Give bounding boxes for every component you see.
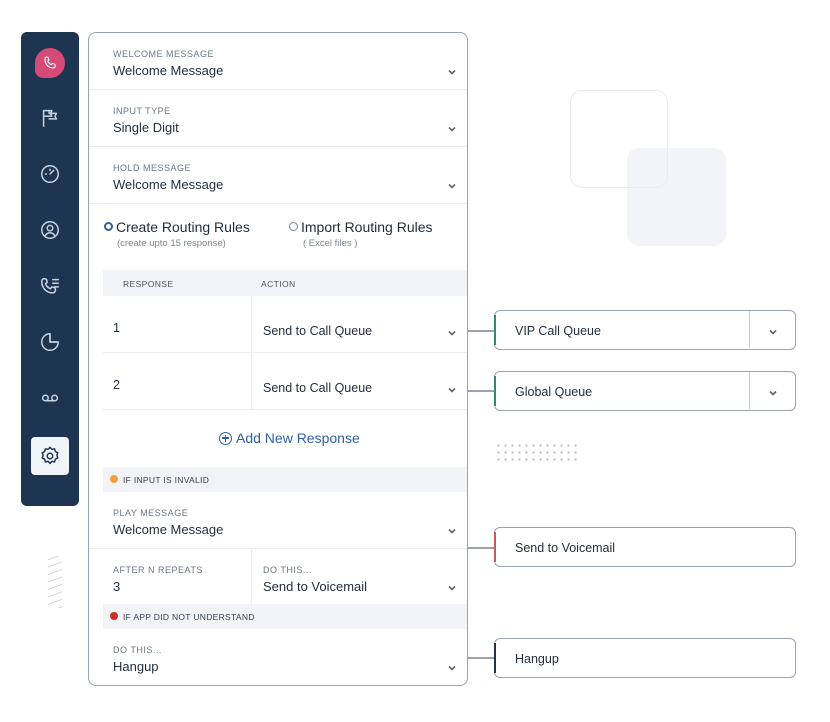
- section-title: IF INPUT IS INVALID: [123, 475, 210, 485]
- nav-reports[interactable]: [31, 323, 69, 361]
- chevron-down-icon: [447, 121, 457, 132]
- table-row: 1 Send to Call Queue: [103, 296, 467, 353]
- nav-contacts[interactable]: [31, 211, 69, 249]
- field-label: PLAY MESSAGE: [113, 508, 189, 518]
- column-header-response: RESPONSE: [123, 279, 174, 289]
- accent-bar: [493, 315, 496, 345]
- radio-selected[interactable]: [104, 222, 113, 231]
- nav-voicemail[interactable]: [31, 379, 69, 417]
- target-label: VIP Call Queue: [515, 324, 601, 338]
- decorative-square-outline: [570, 90, 668, 188]
- pie-chart-icon: [41, 333, 59, 351]
- call-list-icon: [41, 277, 59, 294]
- chevron-down-icon: [447, 64, 457, 75]
- dropdown-divider: [749, 372, 750, 409]
- invalid-input-section-header: IF INPUT IS INVALID: [103, 467, 467, 492]
- accent-bar: [493, 643, 496, 673]
- field-label: HOLD MESSAGE: [113, 163, 192, 173]
- user-icon: [41, 221, 59, 239]
- add-circle-icon: [219, 431, 232, 445]
- welcome-message-select[interactable]: WELCOME MESSAGE Welcome Message: [89, 33, 467, 90]
- action-select[interactable]: Send to Call Queue: [263, 324, 372, 338]
- not-understand-section-header: IF APP DID NOT UNDERSTAND: [103, 604, 467, 629]
- column-header-action: ACTION: [261, 279, 296, 289]
- chevron-down-icon: [768, 326, 778, 336]
- accent-bar: [493, 532, 496, 562]
- field-value: Send to Voicemail: [263, 579, 368, 594]
- voicemail-icon: [41, 394, 59, 402]
- accent-bar: [493, 376, 496, 406]
- target-label: Send to Voicemail: [515, 541, 616, 555]
- chevron-down-icon: [447, 580, 457, 591]
- nav-flag[interactable]: [31, 99, 69, 137]
- connector-line: [468, 390, 495, 392]
- import-routing-option[interactable]: Import Routing Rules: [289, 219, 433, 235]
- fallback-action-select[interactable]: DO THIS... Hangup: [89, 629, 467, 685]
- field-value: Welcome Message: [113, 63, 224, 78]
- chevron-down-icon: [447, 660, 457, 671]
- send-to-voicemail-target[interactable]: Send to Voicemail: [493, 527, 796, 567]
- create-routing-label: Create Routing Rules: [116, 219, 250, 235]
- table-row: 2 Send to Call Queue: [103, 353, 467, 410]
- target-label: Hangup: [515, 652, 559, 666]
- field-value: Welcome Message: [113, 177, 224, 192]
- phone-icon: [35, 48, 65, 78]
- column-divider: [251, 353, 252, 410]
- chevron-down-icon: [447, 384, 457, 394]
- routing-table-header: RESPONSE ACTION: [103, 270, 467, 296]
- radio-unselected[interactable]: [289, 222, 298, 231]
- field-label: DO THIS...: [263, 565, 312, 575]
- field-value: Welcome Message: [113, 522, 224, 537]
- global-queue-select[interactable]: Global Queue: [493, 371, 796, 411]
- connector-line: [468, 657, 495, 659]
- add-response-label: Add New Response: [236, 430, 360, 446]
- status-dot-red: [110, 612, 118, 620]
- action-select[interactable]: Send to Call Queue: [263, 381, 372, 395]
- connector-line: [468, 330, 495, 332]
- field-label: INPUT TYPE: [113, 106, 171, 116]
- field-label: AFTER N REPEATS: [113, 565, 203, 575]
- nav-phone[interactable]: [31, 44, 69, 82]
- field-value: 3: [113, 579, 121, 594]
- connector-line: [468, 547, 495, 549]
- repeat-rule-row: AFTER N REPEATS 3 DO THIS... Send to Voi…: [89, 549, 467, 606]
- column-divider: [251, 549, 252, 606]
- import-routing-label: Import Routing Rules: [301, 219, 433, 235]
- target-label: Global Queue: [515, 385, 593, 399]
- chevron-down-icon: [447, 178, 457, 189]
- ivr-config-panel: WELCOME MESSAGE Welcome Message INPUT TY…: [88, 32, 468, 686]
- status-dot-orange: [110, 475, 118, 483]
- decorative-hatch: [48, 556, 62, 608]
- play-message-select[interactable]: PLAY MESSAGE Welcome Message: [89, 492, 467, 549]
- column-divider: [251, 296, 252, 353]
- response-value: 1: [113, 321, 120, 335]
- field-value: Hangup: [113, 659, 159, 674]
- input-type-select[interactable]: INPUT TYPE Single Digit: [89, 90, 467, 147]
- nav-call-log[interactable]: [31, 267, 69, 305]
- dropdown-divider: [749, 311, 750, 348]
- hold-message-select[interactable]: HOLD MESSAGE Welcome Message: [89, 147, 467, 204]
- add-new-response-button[interactable]: Add New Response: [219, 430, 360, 446]
- decorative-dot-grid: [495, 442, 579, 464]
- dashboard-icon: [41, 165, 59, 183]
- section-title: IF APP DID NOT UNDERSTAND: [123, 612, 255, 622]
- chevron-down-icon: [447, 327, 457, 337]
- create-routing-hint: (create upto 15 response): [117, 238, 226, 249]
- nav-settings[interactable]: [31, 437, 69, 475]
- response-value: 2: [113, 378, 120, 392]
- chevron-down-icon: [447, 523, 457, 534]
- sidebar: [21, 32, 79, 506]
- settings-icon: [41, 446, 59, 465]
- field-value: Single Digit: [113, 120, 179, 135]
- chevron-down-icon: [768, 387, 778, 397]
- flag-icon: [42, 109, 58, 127]
- import-routing-hint: ( Excel files ): [303, 238, 358, 249]
- hangup-target[interactable]: Hangup: [493, 638, 796, 678]
- vip-call-queue-select[interactable]: VIP Call Queue: [493, 310, 796, 350]
- nav-dashboard[interactable]: [31, 155, 69, 193]
- create-routing-option[interactable]: Create Routing Rules: [104, 219, 250, 235]
- field-label: DO THIS...: [113, 645, 162, 655]
- field-label: WELCOME MESSAGE: [113, 49, 215, 59]
